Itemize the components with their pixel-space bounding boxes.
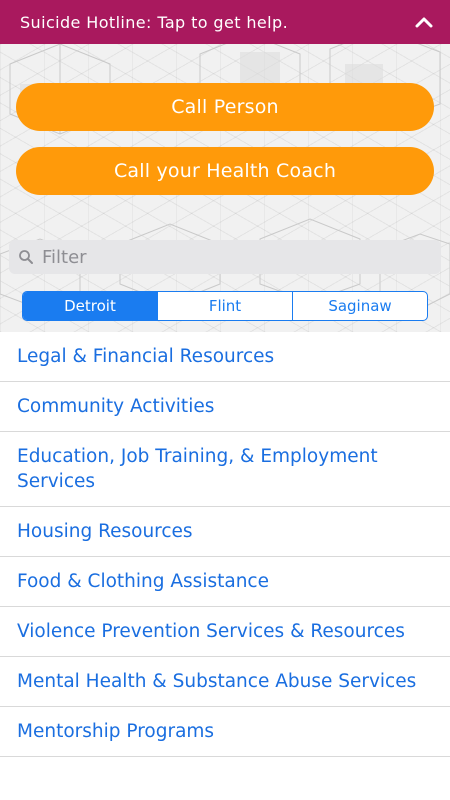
chevron-up-icon[interactable] <box>414 12 434 32</box>
list-item-legal-financial[interactable]: Legal & Financial Resources <box>0 332 450 382</box>
list-item-mental-health[interactable]: Mental Health & Substance Abuse Services <box>0 657 450 707</box>
list-item-mentorship[interactable]: Mentorship Programs <box>0 707 450 757</box>
call-health-coach-button[interactable]: Call your Health Coach <box>16 147 434 195</box>
call-person-label: Call Person <box>171 96 279 118</box>
segment-detroit[interactable]: Detroit <box>23 292 157 320</box>
search-icon <box>18 249 34 265</box>
list-item-housing[interactable]: Housing Resources <box>0 507 450 557</box>
city-illustration-background: Call Person Call your Health Coach Detro… <box>0 44 450 332</box>
banner-text: Suicide Hotline: Tap to get help. <box>20 12 289 32</box>
city-segmented-control[interactable]: Detroit Flint Saginaw <box>22 291 428 321</box>
segment-saginaw[interactable]: Saginaw <box>292 292 427 320</box>
list-item-education-employment[interactable]: Education, Job Training, & Employment Se… <box>0 432 450 507</box>
list-item-community-activities[interactable]: Community Activities <box>0 382 450 432</box>
filter-bar[interactable] <box>9 240 441 274</box>
filter-input[interactable] <box>42 246 422 268</box>
list-item-violence-prevention[interactable]: Violence Prevention Services & Resources <box>0 607 450 657</box>
suicide-hotline-banner[interactable]: Suicide Hotline: Tap to get help. <box>0 0 450 44</box>
call-health-coach-label: Call your Health Coach <box>113 160 337 182</box>
segment-flint[interactable]: Flint <box>157 292 292 320</box>
resource-list: Legal & Financial Resources Community Ac… <box>0 332 450 757</box>
list-item-food-clothing[interactable]: Food & Clothing Assistance <box>0 557 450 607</box>
call-person-button[interactable]: Call Person <box>16 83 434 131</box>
